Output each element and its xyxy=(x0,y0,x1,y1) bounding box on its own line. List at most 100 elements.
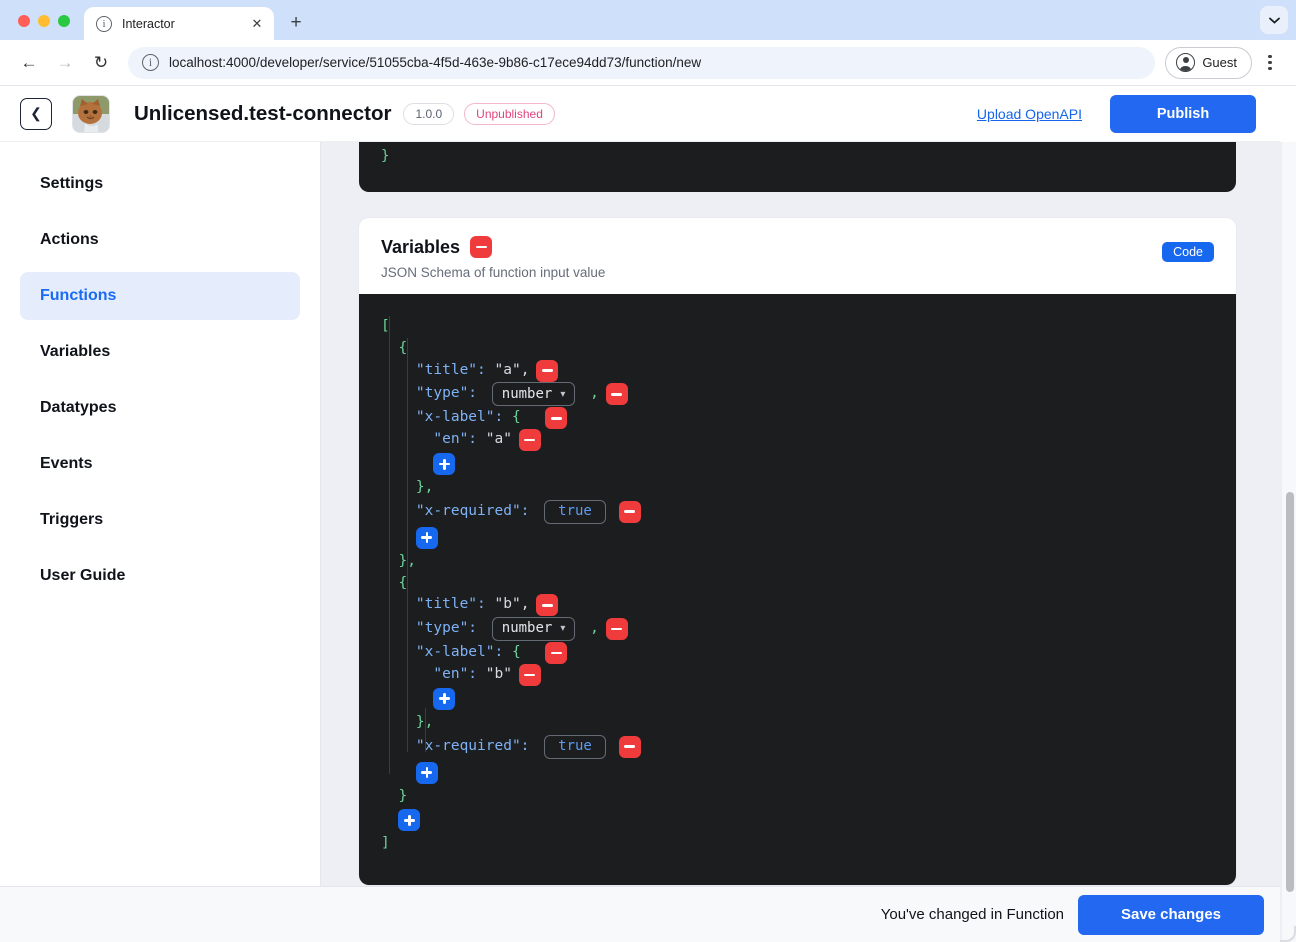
sidebar-item-label: Triggers xyxy=(40,511,104,528)
editor-line: "x-required": true xyxy=(359,734,1236,760)
arrow-left-icon[interactable]: ← xyxy=(14,48,44,78)
chevron-down-icon[interactable] xyxy=(1260,6,1288,34)
json-schema-editor[interactable]: [ { "title": "a", "type": number ▾ , "x-l… xyxy=(359,294,1236,886)
window-close-button[interactable] xyxy=(18,15,30,27)
sidebar-item-label: Actions xyxy=(40,231,99,248)
editor-line: "en": "a" xyxy=(359,429,1236,452)
chevron-down-icon: ▾ xyxy=(560,388,566,400)
variables-card: Variables JSON Schema of function input … xyxy=(359,218,1236,886)
editor-bracket-token: } xyxy=(398,787,408,804)
sidebar-item-datatypes[interactable]: Datatypes xyxy=(20,384,300,432)
boolean-value-field[interactable]: true xyxy=(544,734,606,759)
indent-guide xyxy=(425,708,426,752)
editor-bracket-token: ] xyxy=(381,835,390,852)
app-header: ❮ Unlicensed.test-connector 1.0.0 Unpubl… xyxy=(0,86,1280,142)
main-content: } Variables JSON Schema of function inpu… xyxy=(321,142,1296,942)
minus-icon[interactable] xyxy=(618,500,641,523)
editor-line xyxy=(359,525,1236,551)
editor-line: "title": "b", xyxy=(359,594,1236,617)
sidebar-item-user-guide[interactable]: User Guide xyxy=(20,552,300,600)
editor-line: "x-label": { xyxy=(359,642,1236,665)
plus-icon[interactable]: + xyxy=(282,9,310,37)
sidebar-item-settings[interactable]: Settings xyxy=(20,160,300,208)
upload-openapi-link[interactable]: Upload OpenAPI xyxy=(977,106,1082,122)
sidebar-item-label: Events xyxy=(40,455,93,472)
editor-line-indent xyxy=(381,736,416,758)
plus-icon[interactable] xyxy=(433,452,456,475)
editor-line-indent xyxy=(381,407,416,429)
editor-line-indent xyxy=(381,642,416,664)
sidebar-item-label: Functions xyxy=(40,287,117,304)
editor-key-token: "type": xyxy=(415,385,486,402)
editor-key-token: "x-label": xyxy=(415,409,512,426)
type-select[interactable]: number ▾ xyxy=(491,617,576,642)
editor-line xyxy=(359,451,1236,477)
variables-card-subtitle: JSON Schema of function input value xyxy=(381,265,606,280)
minus-icon[interactable] xyxy=(545,407,568,430)
chevron-left-icon[interactable]: ❮ xyxy=(20,97,52,130)
profile-button[interactable]: Guest xyxy=(1165,46,1252,79)
window-minimize-button[interactable] xyxy=(38,15,50,27)
minus-icon[interactable] xyxy=(605,383,628,406)
content-scrollbar-thumb[interactable] xyxy=(1285,492,1294,892)
close-icon[interactable]: ✕ xyxy=(248,15,266,33)
sidebar-item-variables[interactable]: Variables xyxy=(20,328,300,376)
editor-line: }, xyxy=(359,551,1236,573)
sidebar: Settings Actions Functions Variables Dat… xyxy=(0,142,321,942)
window-traffic-lights xyxy=(0,15,70,40)
browser-tab[interactable]: i Interactor ✕ xyxy=(84,7,274,40)
editor-key-token: "title": xyxy=(415,361,495,378)
page-title: Unlicensed.test-connector xyxy=(134,101,392,125)
info-circle-icon[interactable]: i xyxy=(142,54,159,71)
sidebar-item-label: Datatypes xyxy=(40,399,117,416)
editor-line: }, xyxy=(359,477,1236,499)
account-circle-icon xyxy=(1176,53,1196,72)
browser-toolbar: ← → ↻ i localhost:4000/developer/service… xyxy=(0,40,1296,86)
indent-guide xyxy=(389,316,390,774)
chevron-down-glyph xyxy=(1268,17,1280,24)
editor-key-token: "type": xyxy=(415,620,486,637)
minus-icon[interactable] xyxy=(518,663,541,686)
plus-icon[interactable] xyxy=(433,687,456,710)
type-select[interactable]: number ▾ xyxy=(491,382,576,407)
editor-line-indent xyxy=(381,501,416,523)
minus-icon[interactable] xyxy=(605,618,628,641)
editor-line: }, xyxy=(359,712,1236,734)
publish-button[interactable]: Publish xyxy=(1110,94,1256,133)
browser-tab-title: Interactor xyxy=(122,16,175,31)
editor-key-token: "en": xyxy=(433,665,486,682)
minus-icon[interactable] xyxy=(536,359,559,382)
boolean-value-field[interactable]: true xyxy=(544,499,606,524)
editor-string-value[interactable]: "a", xyxy=(495,360,530,382)
plus-icon[interactable] xyxy=(415,761,438,784)
save-changes-button[interactable]: Save changes xyxy=(1078,894,1264,935)
plus-icon[interactable] xyxy=(415,526,438,549)
sidebar-item-actions[interactable]: Actions xyxy=(20,216,300,264)
save-bar: You've changed in Function Save changes xyxy=(0,886,1280,942)
editor-line: "type": number ▾ , xyxy=(359,616,1236,642)
reload-icon[interactable]: ↻ xyxy=(86,48,116,78)
minus-icon[interactable] xyxy=(618,735,641,758)
minus-icon[interactable] xyxy=(470,236,493,258)
editor-line: "en": "b" xyxy=(359,663,1236,686)
editor-string-value[interactable]: "b", xyxy=(495,594,530,616)
editor-comma-token: , xyxy=(581,385,599,402)
editor-string-value[interactable]: "b" xyxy=(486,664,512,686)
content-scrollbar[interactable] xyxy=(1281,142,1296,942)
minus-icon[interactable] xyxy=(518,429,541,452)
sidebar-item-events[interactable]: Events xyxy=(20,440,300,488)
editor-string-value[interactable]: "a" xyxy=(486,429,512,451)
editor-line-indent xyxy=(381,360,416,382)
editor-line xyxy=(359,760,1236,786)
sidebar-item-triggers[interactable]: Triggers xyxy=(20,496,300,544)
window-maximize-button[interactable] xyxy=(58,15,70,27)
sidebar-item-functions[interactable]: Functions xyxy=(20,272,300,320)
minus-icon[interactable] xyxy=(536,594,559,617)
kebab-menu-icon[interactable] xyxy=(1258,49,1282,77)
code-toggle-button[interactable]: Code xyxy=(1162,242,1214,262)
address-bar[interactable]: i localhost:4000/developer/service/51055… xyxy=(128,46,1156,79)
arrow-right-icon[interactable]: → xyxy=(50,48,80,78)
chevron-down-icon: ▾ xyxy=(560,623,566,635)
minus-icon[interactable] xyxy=(545,642,568,665)
plus-icon[interactable] xyxy=(398,809,421,832)
